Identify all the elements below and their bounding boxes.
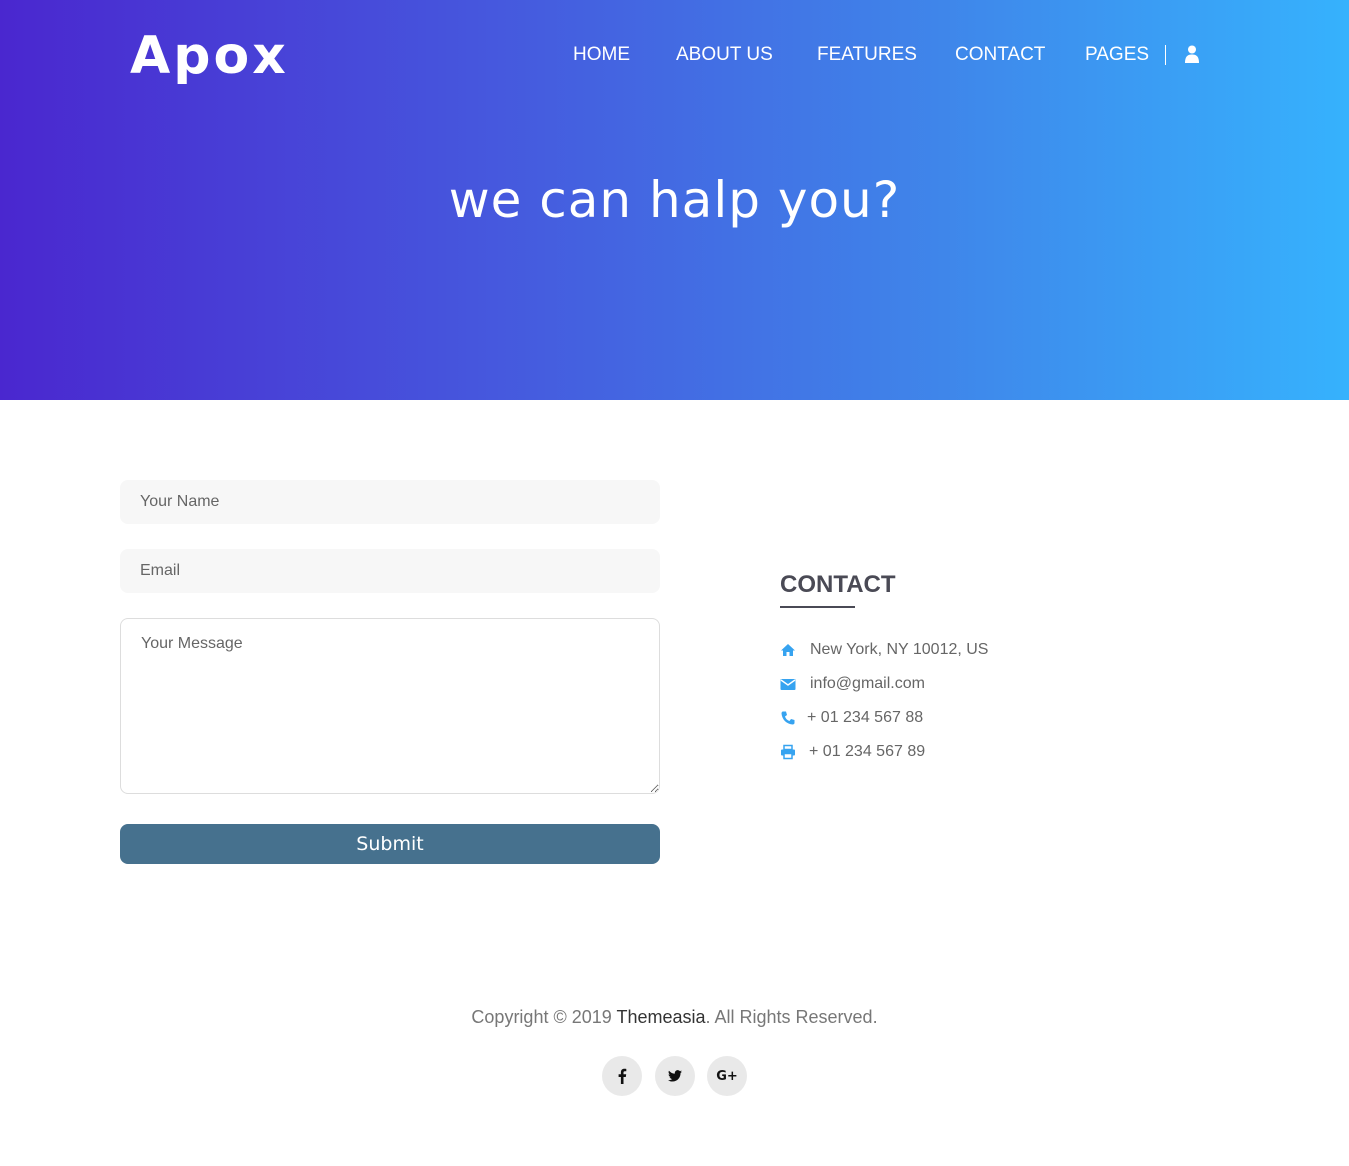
copyright-brand-link[interactable]: Themeasia: [616, 1007, 705, 1027]
nav-home[interactable]: HOME: [573, 42, 630, 68]
copyright-prefix: Copyright © 2019: [471, 1007, 617, 1027]
email-input[interactable]: [120, 549, 660, 593]
phone-row: + 01 234 567 88: [780, 706, 923, 730]
twitter-button[interactable]: [655, 1056, 695, 1096]
address-row: New York, NY 10012, US: [780, 638, 988, 662]
google-plus-button[interactable]: G+: [707, 1056, 747, 1096]
home-icon: [781, 644, 795, 656]
hero-header: Apox HOME ABOUT US FEATURES CONTACT PAGE…: [0, 0, 1349, 400]
submit-button[interactable]: Submit: [120, 824, 660, 864]
copyright-text: Copyright © 2019 Themeasia. All Rights R…: [0, 1004, 1349, 1030]
google-plus-icon: G+: [716, 1068, 738, 1084]
phone-text: + 01 234 567 88: [807, 709, 924, 726]
nav-features[interactable]: FEATURES: [817, 42, 917, 68]
nav-pages[interactable]: PAGES: [1085, 42, 1149, 68]
fax-row: + 01 234 567 89: [780, 740, 925, 764]
fax-text: + 01 234 567 89: [809, 743, 926, 760]
address-text: New York, NY 10012, US: [810, 641, 989, 658]
nav-contact[interactable]: CONTACT: [955, 42, 1045, 68]
nav-about-us[interactable]: ABOUT US: [676, 42, 773, 68]
contact-heading: CONTACT: [780, 571, 896, 598]
facebook-button[interactable]: [602, 1056, 642, 1096]
message-textarea[interactable]: [120, 618, 660, 794]
name-input[interactable]: [120, 480, 660, 524]
email-row: info@gmail.com: [780, 672, 925, 696]
nav-divider: [1165, 45, 1166, 65]
copyright-suffix: . All Rights Reserved.: [705, 1007, 878, 1027]
facebook-icon: [618, 1068, 627, 1084]
twitter-icon: [668, 1070, 682, 1082]
phone-icon: [781, 711, 795, 725]
email-text[interactable]: info@gmail.com: [810, 675, 925, 693]
print-icon: [781, 744, 795, 760]
user-icon[interactable]: [1184, 45, 1200, 63]
contact-heading-underline: [780, 606, 855, 608]
hero-title: we can halp you?: [448, 171, 901, 229]
envelope-icon: [780, 679, 796, 690]
logo[interactable]: Apox: [130, 26, 289, 86]
